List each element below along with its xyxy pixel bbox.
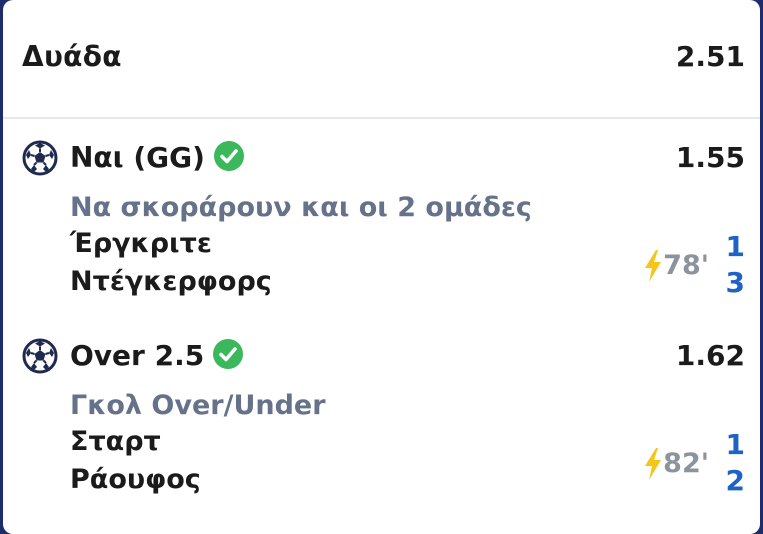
- market-name: Να σκοράρουν και οι 2 ομάδες: [70, 192, 532, 223]
- soccer-ball-icon: [22, 140, 58, 176]
- live-score: 82' 1 2: [605, 428, 745, 500]
- home-score: 1: [725, 230, 745, 263]
- total-odds: 2.51: [675, 40, 745, 73]
- bet-type-title: Δυάδα: [22, 40, 122, 73]
- selection-row: Ναι (GG): [70, 138, 245, 178]
- away-score: 2: [725, 464, 745, 497]
- selection-label: Ναι (GG): [70, 141, 205, 174]
- check-circle-icon: [213, 339, 244, 369]
- check-circle-icon: [213, 141, 244, 171]
- match-minute: 82': [663, 448, 709, 479]
- market-name: Γκολ Over/Under: [70, 390, 326, 421]
- away-score: 3: [725, 266, 745, 299]
- selection-row: Over 2.5: [70, 336, 244, 376]
- live-score: 78' 1 3: [605, 230, 745, 302]
- home-score: 1: [725, 428, 745, 461]
- bet-slip-card: Δυάδα 2.51 Ναι (GG) 1.55 Να σκοράρουν κα…: [3, 0, 760, 534]
- bet-header[interactable]: Δυάδα 2.51: [3, 0, 760, 116]
- leg-odds: 1.55: [675, 141, 745, 174]
- away-team: Ράουφος: [70, 464, 201, 495]
- divider: [3, 117, 760, 119]
- lightning-bolt-icon: [645, 448, 661, 480]
- lightning-bolt-icon: [645, 250, 661, 282]
- match-minute: 78': [663, 250, 709, 281]
- leg-odds: 1.62: [675, 339, 745, 372]
- selection-label: Over 2.5: [70, 339, 205, 372]
- soccer-ball-icon: [22, 338, 58, 374]
- home-team: Σταρτ: [70, 426, 161, 457]
- away-team: Ντέγκερφορς: [70, 266, 272, 297]
- home-team: Έργκριτε: [70, 228, 212, 259]
